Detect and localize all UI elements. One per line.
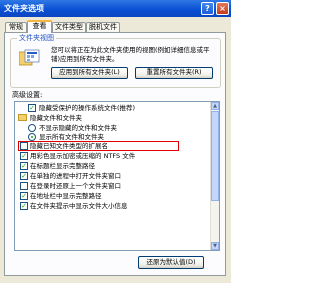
checkbox-checked[interactable]: ✓ xyxy=(20,162,28,170)
vertical-scrollbar[interactable]: ▲ ▼ xyxy=(210,102,219,250)
folder-icon xyxy=(18,114,27,121)
restore-defaults-button[interactable]: 还原为默认值(D) xyxy=(138,256,204,269)
tab-offline-files[interactable]: 脱机文件 xyxy=(86,22,120,32)
scroll-up-arrow-icon[interactable]: ▲ xyxy=(211,102,219,110)
list-item[interactable]: ✓ 用彩色显示加密或压缩的 NTFS 文件 xyxy=(15,151,211,161)
checkbox-checked[interactable]: ✓ xyxy=(20,172,28,180)
checkbox-checked[interactable]: ✓ xyxy=(28,104,36,112)
list-item-label: 隐藏文件和文件夹 xyxy=(30,114,82,122)
list-item-label: 在地址栏中显示完整路径 xyxy=(30,192,102,200)
list-item[interactable]: ✓ 隐藏受保护的操作系统文件(推荐) xyxy=(15,103,211,113)
tab-view[interactable]: 查看 xyxy=(27,20,52,33)
scrollbar-thumb[interactable] xyxy=(211,111,219,201)
reset-all-folders-button[interactable]: 重置所有文件夹(R) xyxy=(135,67,213,79)
list-item[interactable]: 隐藏已知文件类型的扩展名 xyxy=(15,141,211,151)
list-item[interactable]: ✓ 在标题栏显示完整路径 xyxy=(15,161,211,171)
list-item[interactable]: ✓ 在地址栏中显示完整路径 xyxy=(15,191,211,201)
folder-options-dialog: 文件夹选项 ? × 常规 查看 文件类型 脱机文件 文件夹视图 您可以将正在为此… xyxy=(0,0,231,283)
window-title: 文件夹选项 xyxy=(4,4,44,13)
tab-file-types[interactable]: 文件类型 xyxy=(52,22,86,32)
advanced-settings-list[interactable]: ✓ 隐藏受保护的操作系统文件(推荐) 隐藏文件和文件夹 不显示隐藏的文件和文件夹… xyxy=(14,101,220,251)
view-tab-panel: 文件夹视图 您可以将正在为此文件夹使用的视图(例如详细信息或平铺)应用到所有文件… xyxy=(4,32,226,276)
checkbox-checked[interactable]: ✓ xyxy=(20,202,28,210)
list-item[interactable]: ✓ 在文件夹提示中显示文件大小信息 xyxy=(15,201,211,211)
advanced-settings-label: 高级设置: xyxy=(12,91,43,99)
close-button[interactable]: × xyxy=(216,2,229,15)
scroll-down-arrow-icon[interactable]: ▼ xyxy=(211,242,219,250)
radio-selected[interactable] xyxy=(28,133,36,141)
list-item-label: 隐藏受保护的操作系统文件(推荐) xyxy=(39,104,136,112)
list-item: 隐藏文件和文件夹 xyxy=(15,113,211,123)
list-item-label: 在文件夹提示中显示文件大小信息 xyxy=(30,202,128,210)
folder-views-legend: 文件夹视图 xyxy=(17,34,56,43)
checkbox-checked[interactable]: ✓ xyxy=(20,192,28,200)
list-item-label: 用彩色显示加密或压缩的 NTFS 文件 xyxy=(30,152,136,160)
apply-to-all-folders-button[interactable]: 应用到所有文件夹(L) xyxy=(51,67,128,79)
folder-views-group: 文件夹视图 您可以将正在为此文件夹使用的视图(例如详细信息或平铺)应用到所有文件… xyxy=(10,34,221,88)
tab-general[interactable]: 常规 xyxy=(5,22,27,32)
folder-view-icon xyxy=(19,49,40,66)
list-item-label: 在登录时还原上一个文件夹窗口 xyxy=(30,182,121,190)
list-item[interactable]: 在登录时还原上一个文件夹窗口 xyxy=(15,181,211,191)
list-item-label: 在标题栏显示完整路径 xyxy=(30,162,95,170)
folder-views-description: 您可以将正在为此文件夹使用的视图(例如详细信息或平铺)应用到所有文件夹。 xyxy=(51,46,210,63)
checkbox-unchecked[interactable] xyxy=(20,182,28,190)
list-item-label: 隐藏已知文件类型的扩展名 xyxy=(30,142,108,150)
checkbox-unchecked[interactable] xyxy=(20,142,28,150)
title-bar: 文件夹选项 ? × xyxy=(0,0,231,17)
list-item[interactable]: ✓ 在单独的进程中打开文件夹窗口 xyxy=(15,171,211,181)
checkbox-checked[interactable]: ✓ xyxy=(20,152,28,160)
radio-unselected[interactable] xyxy=(28,124,36,132)
list-item-label: 在单独的进程中打开文件夹窗口 xyxy=(30,172,121,180)
help-button[interactable]: ? xyxy=(201,2,214,15)
